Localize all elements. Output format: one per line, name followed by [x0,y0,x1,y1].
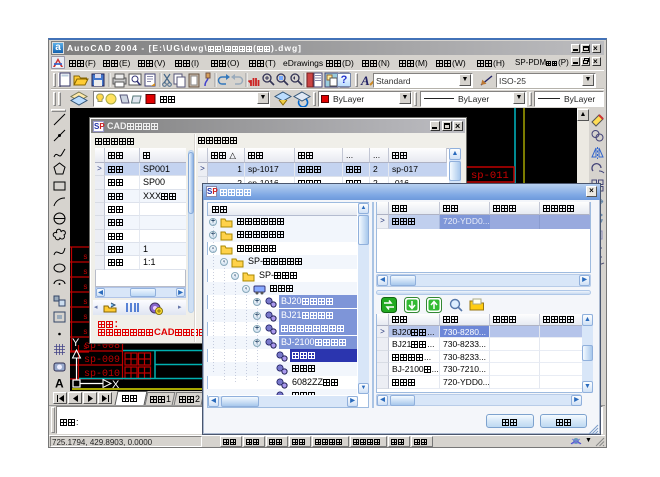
svg-text:s: s [83,313,88,322]
svg-text:Y: Y [72,337,80,349]
svg-text:sp-011: sp-011 [471,170,509,182]
svg-text:s: s [83,253,88,262]
svg-text:s: s [83,268,88,277]
svg-text:s: s [83,283,88,292]
svg-text:A: A [55,377,64,391]
svg-text:sp-009: sp-009 [84,355,120,366]
svg-text:s: s [83,328,88,337]
svg-text:A: A [360,73,370,88]
svg-text:s: s [83,298,88,307]
